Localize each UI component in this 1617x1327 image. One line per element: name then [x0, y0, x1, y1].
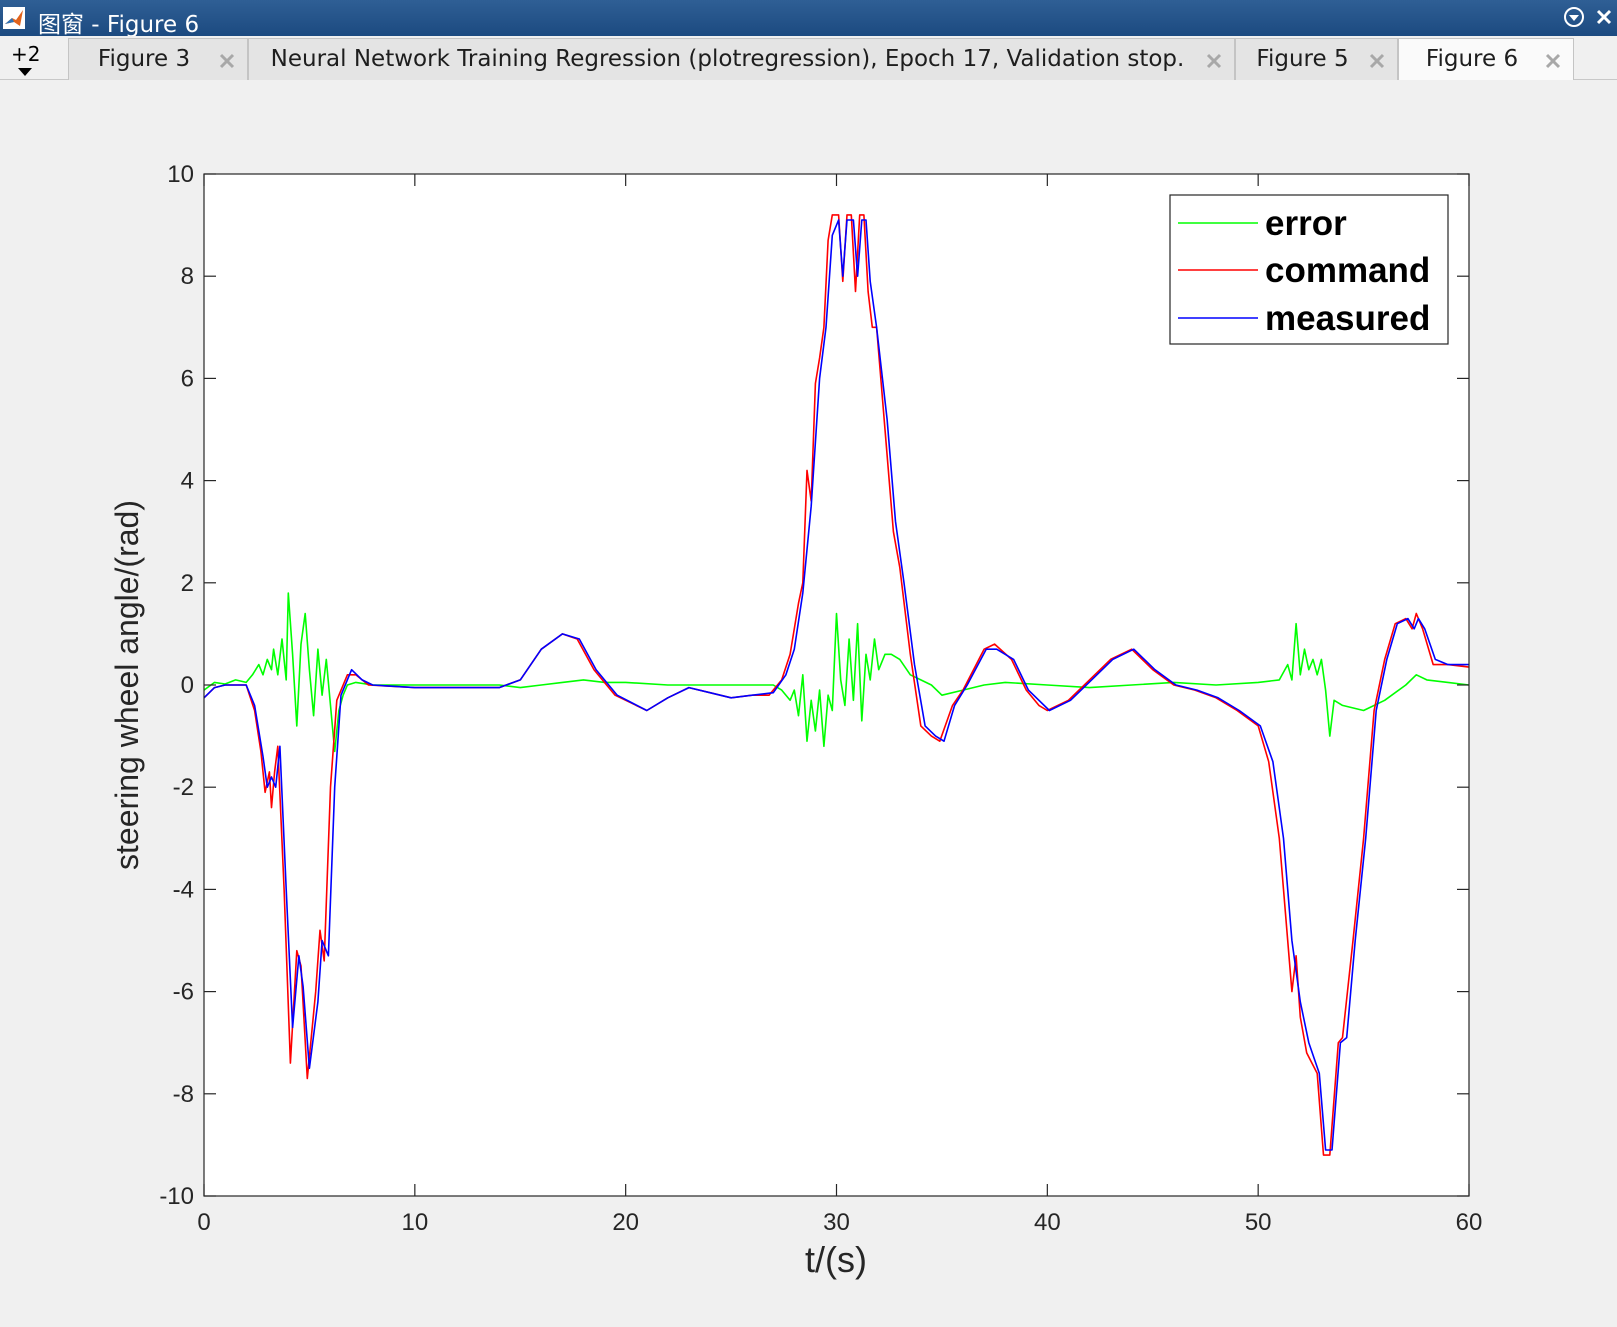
y-tick-label: 6	[181, 365, 194, 392]
x-tick-label: 40	[1034, 1209, 1061, 1236]
x-axis-label: t/(s)	[805, 1239, 867, 1280]
y-tick-label: 0	[181, 672, 194, 699]
tab-overflow-button[interactable]: +2	[10, 40, 44, 78]
tab-overflow-count: +2	[11, 42, 41, 66]
x-tick-label: 50	[1245, 1209, 1272, 1236]
close-icon[interactable]	[1595, 6, 1615, 28]
x-tick-label: 60	[1456, 1209, 1483, 1236]
tab-figure-3[interactable]: Figure 3	[68, 38, 248, 80]
y-axis-label: steering wheel angle/(rad)	[109, 500, 145, 870]
window-title: 图窗 - Figure 6	[38, 12, 200, 38]
y-tick-label: -10	[159, 1183, 194, 1210]
legend-label-command: command	[1265, 251, 1430, 290]
y-tick-label: -4	[173, 876, 194, 903]
tab-close-icon[interactable]	[1543, 51, 1563, 71]
y-tick-label: -6	[173, 979, 194, 1006]
y-tick-label: 10	[167, 161, 194, 188]
tab-neural-network-regression[interactable]: Neural Network Training Regression (plot…	[248, 38, 1235, 80]
y-tick-label: 4	[181, 468, 194, 495]
legend-label-measured: measured	[1265, 299, 1430, 338]
tab-label: Neural Network Training Regression (plot…	[270, 46, 1185, 72]
tab-close-icon[interactable]	[217, 51, 237, 71]
tab-close-icon[interactable]	[1367, 51, 1387, 71]
x-tick-label: 10	[401, 1209, 428, 1236]
x-tick-label: 30	[823, 1209, 850, 1236]
tab-close-icon[interactable]	[1204, 51, 1224, 71]
legend-label-error: error	[1265, 204, 1347, 243]
menu-icon[interactable]	[1563, 6, 1585, 28]
tab-figure-6[interactable]: Figure 6	[1398, 38, 1574, 81]
matlab-logo-icon	[3, 7, 25, 29]
figure-canvas: 0 10 20 30 40 50 60 10 8 6 4 2 0 -2 -4 -6 -8 -10 t/(s) st…	[0, 80, 1617, 1322]
tab-figure-5[interactable]: Figure 5	[1235, 38, 1398, 80]
y-tick-label: -2	[173, 774, 194, 801]
y-tick-label: 2	[181, 570, 194, 597]
y-tick-label: 8	[181, 263, 194, 290]
window-titlebar: 图窗 - Figure 6	[0, 0, 1617, 38]
legend[interactable]: error command measured	[1169, 194, 1449, 345]
x-tick-label: 20	[612, 1209, 639, 1236]
line-chart[interactable]: 0 10 20 30 40 50 601086420-2-4-6-8-10 t/(s) st…	[0, 80, 1617, 1322]
dropdown-arrow-icon	[18, 68, 32, 76]
x-tick-label: 0	[197, 1209, 210, 1236]
y-tick-label: -8	[173, 1081, 194, 1108]
